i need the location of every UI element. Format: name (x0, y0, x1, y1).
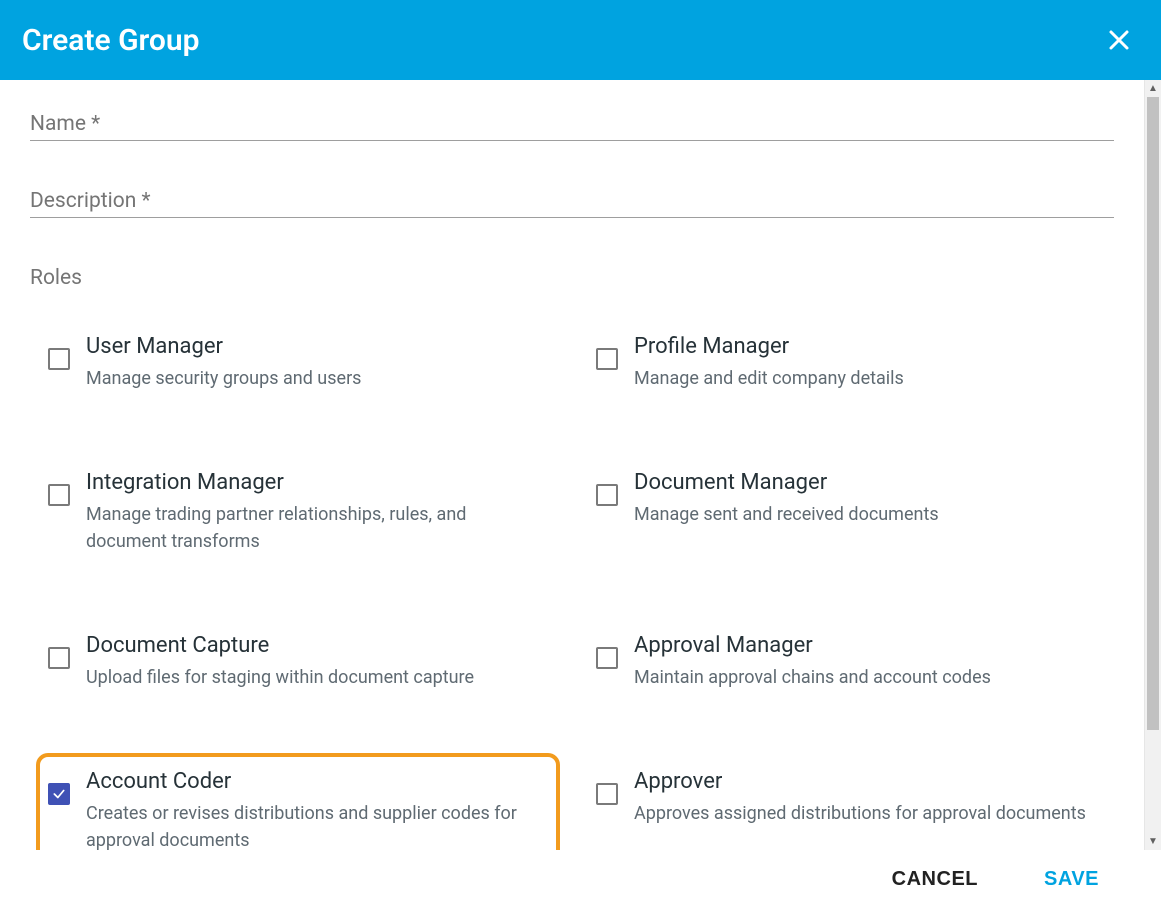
description-field-underline (30, 217, 1114, 218)
role-title: Document Manager (634, 470, 1092, 495)
name-field[interactable]: Name * (30, 112, 1114, 141)
role-texts: User Manager Manage security groups and u… (86, 334, 544, 392)
description-field[interactable]: Description * (30, 189, 1114, 218)
role-description: Manage trading partner relationships, ru… (86, 501, 544, 555)
role-checkbox[interactable] (596, 783, 618, 805)
role-title: User Manager (86, 334, 544, 359)
roles-section-label: Roles (30, 266, 1114, 290)
role-description: Upload files for staging within document… (86, 664, 544, 691)
description-field-label: Description * (30, 189, 1114, 213)
dialog-header: Create Group (0, 0, 1161, 80)
role-texts: Approver Approves assigned distributions … (634, 769, 1092, 827)
role-texts: Profile Manager Manage and edit company d… (634, 334, 1092, 392)
role-checkbox[interactable] (596, 348, 618, 370)
scrollbar[interactable]: ▲ ▼ (1144, 80, 1161, 850)
save-button[interactable]: SAVE (1038, 867, 1105, 892)
cancel-button[interactable]: CANCEL (886, 867, 984, 892)
dialog-footer: CANCEL SAVE (0, 850, 1161, 908)
role-checkbox[interactable] (48, 348, 70, 370)
scroll-up-icon[interactable]: ▲ (1145, 80, 1161, 97)
name-field-label: Name * (30, 112, 1114, 136)
role-description: Manage security groups and users (86, 365, 544, 392)
role-item: Account Coder Creates or revises distribu… (36, 753, 560, 850)
role-item: Document Capture Upload files for staging… (36, 617, 560, 707)
dialog-body: Name * Description * Roles User Manager M… (0, 80, 1161, 850)
role-item: User Manager Manage security groups and u… (36, 318, 560, 408)
role-item: Document Manager Manage sent and received… (584, 454, 1108, 571)
role-title: Account Coder (86, 769, 544, 794)
role-description: Maintain approval chains and account cod… (634, 664, 1092, 691)
role-texts: Approval Manager Maintain approval chains… (634, 633, 1092, 691)
role-checkbox[interactable] (48, 647, 70, 669)
role-texts: Document Capture Upload files for staging… (86, 633, 544, 691)
role-description: Creates or revises distributions and sup… (86, 800, 544, 850)
close-icon[interactable] (1105, 26, 1133, 54)
role-title: Profile Manager (634, 334, 1092, 359)
role-title: Approver (634, 769, 1092, 794)
role-checkbox[interactable] (596, 647, 618, 669)
role-texts: Integration Manager Manage trading partne… (86, 470, 544, 555)
role-title: Integration Manager (86, 470, 544, 495)
roles-grid: User Manager Manage security groups and u… (30, 318, 1114, 850)
role-checkbox[interactable] (48, 484, 70, 506)
role-checkbox[interactable] (596, 484, 618, 506)
role-description: Manage and edit company details (634, 365, 1092, 392)
role-texts: Document Manager Manage sent and received… (634, 470, 1092, 528)
name-field-underline (30, 140, 1114, 141)
role-item: Approval Manager Maintain approval chains… (584, 617, 1108, 707)
create-group-dialog: Create Group Name * Description * Roles … (0, 0, 1161, 908)
dialog-content: Name * Description * Roles User Manager M… (0, 80, 1144, 850)
role-title: Document Capture (86, 633, 544, 658)
role-checkbox[interactable] (48, 783, 70, 805)
role-texts: Account Coder Creates or revises distribu… (86, 769, 544, 850)
role-item: Profile Manager Manage and edit company d… (584, 318, 1108, 408)
scroll-down-icon[interactable]: ▼ (1145, 833, 1161, 850)
role-description: Approves assigned distributions for appr… (634, 800, 1092, 827)
scroll-track[interactable] (1145, 97, 1161, 833)
role-description: Manage sent and received documents (634, 501, 1092, 528)
role-title: Approval Manager (634, 633, 1092, 658)
role-item: Integration Manager Manage trading partne… (36, 454, 560, 571)
dialog-title: Create Group (22, 23, 200, 58)
role-item: Approver Approves assigned distributions … (584, 753, 1108, 850)
scroll-thumb[interactable] (1147, 97, 1159, 730)
